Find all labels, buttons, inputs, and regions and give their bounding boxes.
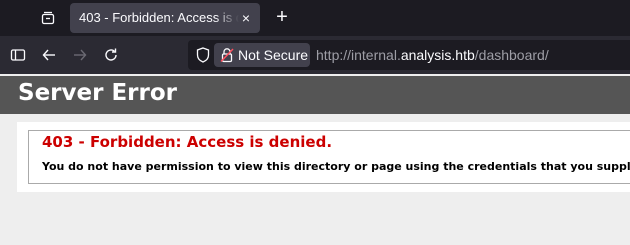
tab-title: 403 - Forbidden: Access is denied. <box>79 10 239 25</box>
lock-slash-icon <box>220 47 234 63</box>
tab-bar: 403 - Forbidden: Access is denied. × + <box>0 0 630 36</box>
tab-active[interactable]: 403 - Forbidden: Access is denied. × <box>70 3 260 33</box>
page-content: Server Error 403 - Forbidden: Access is … <box>0 74 630 245</box>
shield-icon[interactable] <box>194 46 212 64</box>
url-path: /dashboard/ <box>474 47 549 63</box>
page-title: Server Error <box>18 80 177 106</box>
error-content: 403 - Forbidden: Access is denied. You d… <box>17 122 630 192</box>
url-text[interactable]: http://internal.analysis.htb/dashboard/ <box>316 40 549 70</box>
plus-icon[interactable]: + <box>270 6 294 30</box>
navigation-bar: Not Secure http://internal.analysis.htb/… <box>0 36 630 74</box>
error-fieldset: 403 - Forbidden: Access is denied. You d… <box>28 130 630 184</box>
error-header: Server Error <box>0 76 630 114</box>
error-title: 403 - Forbidden: Access is denied. <box>42 133 333 151</box>
forward-arrow-icon[interactable] <box>68 43 92 67</box>
sidebar-icon[interactable] <box>6 43 30 67</box>
url-prefix: http://internal. <box>316 47 401 63</box>
url-host: analysis.htb <box>400 47 475 63</box>
reload-icon[interactable] <box>99 43 123 67</box>
site-security-button[interactable]: Not Secure <box>214 43 310 67</box>
error-message: You do not have permission to view this … <box>42 160 630 173</box>
close-icon[interactable]: × <box>238 3 254 33</box>
url-bar[interactable]: Not Secure http://internal.analysis.htb/… <box>188 40 630 70</box>
back-arrow-icon[interactable] <box>37 43 61 67</box>
security-label: Not Secure <box>238 47 309 63</box>
tab-list-icon[interactable] <box>36 6 60 30</box>
